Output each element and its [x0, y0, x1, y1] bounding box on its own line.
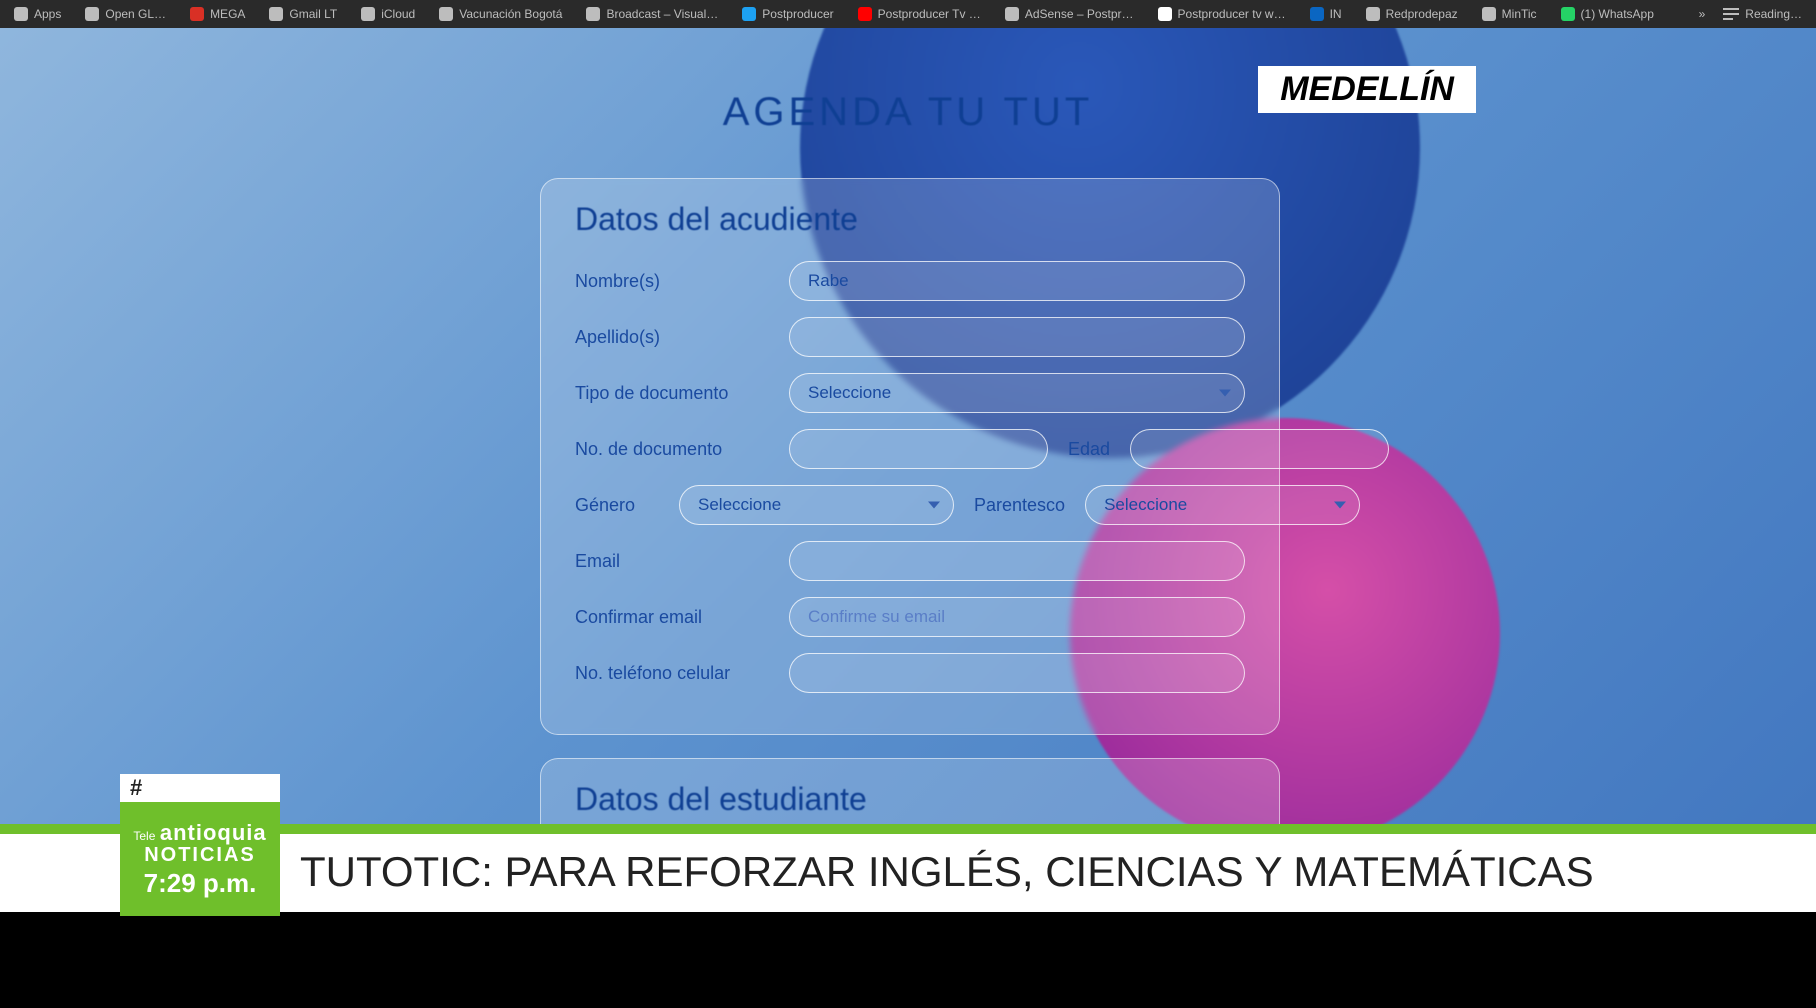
label-email: Email — [575, 551, 775, 572]
favicon-icon — [1366, 7, 1380, 21]
section-title-student: Datos del estudiante — [575, 781, 1245, 818]
favicon-icon — [190, 7, 204, 21]
select-genero[interactable] — [679, 485, 954, 525]
favicon-icon — [1310, 7, 1324, 21]
bm-postproducer[interactable]: Postproducer — [742, 7, 833, 21]
bookmark-label: iCloud — [381, 7, 415, 21]
bookmark-label: Vacunación Bogotá — [459, 7, 562, 21]
bm-adsense[interactable]: AdSense – Postpr… — [1005, 7, 1134, 21]
form-card-guardian: Datos del acudiente Nombre(s) Apellido(s… — [540, 178, 1280, 735]
bookmark-label: Redprodepaz — [1386, 7, 1458, 21]
bookmark-label: Open GL… — [105, 7, 166, 21]
bookmarks-bar: Apps Open GL… MEGA Gmail LT iCloud Vacunación… — [0, 0, 1816, 28]
label-confirm-email: Confirmar email — [575, 607, 775, 628]
chevron-down-icon — [1334, 502, 1346, 509]
bm-redprodepaz[interactable]: Redprodepaz — [1366, 7, 1458, 21]
bookmark-label: IN — [1330, 7, 1342, 21]
bm-postproducer-w[interactable]: Postproducer tv w… — [1158, 7, 1286, 21]
bookmark-label: Gmail LT — [289, 7, 337, 21]
hashtag-badge: # — [120, 774, 280, 802]
brand-prefix: Tele — [133, 829, 155, 843]
bookmark-label: Postproducer tv w… — [1178, 7, 1286, 21]
bookmark-label: AdSense – Postpr… — [1025, 7, 1134, 21]
favicon-icon — [858, 7, 872, 21]
brand-name: antioquia — [160, 820, 267, 845]
broadcast-time: 7:29 p.m. — [144, 870, 257, 897]
favicon-icon — [1482, 7, 1496, 21]
chevron-down-icon — [1219, 390, 1231, 397]
select-tipodoc[interactable] — [789, 373, 1245, 413]
favicon-icon — [1561, 7, 1575, 21]
bm-vacunacion[interactable]: Vacunación Bogotá — [439, 7, 562, 21]
input-nombre[interactable] — [789, 261, 1245, 301]
label-nombre: Nombre(s) — [575, 271, 775, 292]
bookmark-label: Postproducer — [762, 7, 833, 21]
letterbox-bottom — [0, 912, 1816, 1008]
label-telefono: No. teléfono celular — [575, 663, 775, 684]
bookmark-label: MEGA — [210, 7, 245, 21]
input-nodoc[interactable] — [789, 429, 1048, 469]
favicon-icon — [1005, 7, 1019, 21]
section-title-guardian: Datos del acudiente — [575, 201, 1245, 238]
input-email[interactable] — [789, 541, 1245, 581]
bm-broadcast[interactable]: Broadcast – Visual… — [586, 7, 718, 21]
input-edad[interactable] — [1130, 429, 1389, 469]
favicon-icon — [742, 7, 756, 21]
bm-whatsapp[interactable]: (1) WhatsApp — [1561, 7, 1654, 21]
favicon-icon — [1158, 7, 1172, 21]
news-headline: TUTOTIC: PARA REFORZAR INGLÉS, CIENCIAS … — [300, 848, 1594, 896]
label-tipodoc: Tipo de documento — [575, 383, 775, 404]
input-telefono[interactable] — [789, 653, 1245, 693]
bm-mega[interactable]: MEGA — [190, 7, 245, 21]
reading-list-button[interactable]: Reading… — [1723, 7, 1802, 21]
favicon-icon — [586, 7, 600, 21]
label-edad: Edad — [1068, 439, 1110, 460]
select-parentesco[interactable] — [1085, 485, 1360, 525]
input-apellido[interactable] — [789, 317, 1245, 357]
bm-gmail[interactable]: Gmail LT — [269, 7, 337, 21]
bookmark-label: Apps — [34, 7, 61, 21]
chevron-down-icon — [928, 502, 940, 509]
favicon-icon — [85, 7, 99, 21]
bm-mintic[interactable]: MinTic — [1482, 7, 1537, 21]
favicon-icon — [361, 7, 375, 21]
bookmark-label: (1) WhatsApp — [1581, 7, 1654, 21]
favicon-icon — [439, 7, 453, 21]
reading-list-label: Reading… — [1745, 7, 1802, 21]
bookmark-label: Broadcast – Visual… — [606, 7, 718, 21]
location-badge: MEDELLÍN — [1258, 66, 1476, 113]
chevron-right-icon[interactable]: » — [1699, 7, 1706, 21]
label-apellido: Apellido(s) — [575, 327, 775, 348]
video-stage: AGENDA TU TUT MEDELLÍN Datos del acudien… — [0, 28, 1816, 1008]
channel-logo: # Tele antioquia NOTICIAS 7:29 p.m. — [120, 774, 280, 916]
label-genero: Género — [575, 495, 665, 516]
bm-linkedin[interactable]: IN — [1310, 7, 1342, 21]
bm-opengl[interactable]: Open GL… — [85, 7, 166, 21]
brand-noticias: NOTICIAS — [144, 845, 256, 866]
favicon-icon — [14, 7, 28, 21]
bm-postproducer-tv[interactable]: Postproducer Tv … — [858, 7, 981, 21]
favicon-icon — [269, 7, 283, 21]
input-confirm-email[interactable] — [789, 597, 1245, 637]
bookmark-label: Postproducer Tv … — [878, 7, 981, 21]
bm-apps[interactable]: Apps — [14, 7, 61, 21]
reading-list-icon — [1723, 7, 1739, 21]
page-title: AGENDA TU TUT — [0, 90, 1816, 135]
bookmark-label: MinTic — [1502, 7, 1537, 21]
label-nodoc: No. de documento — [575, 439, 775, 460]
label-parentesco: Parentesco — [974, 495, 1065, 516]
bm-icloud[interactable]: iCloud — [361, 7, 415, 21]
